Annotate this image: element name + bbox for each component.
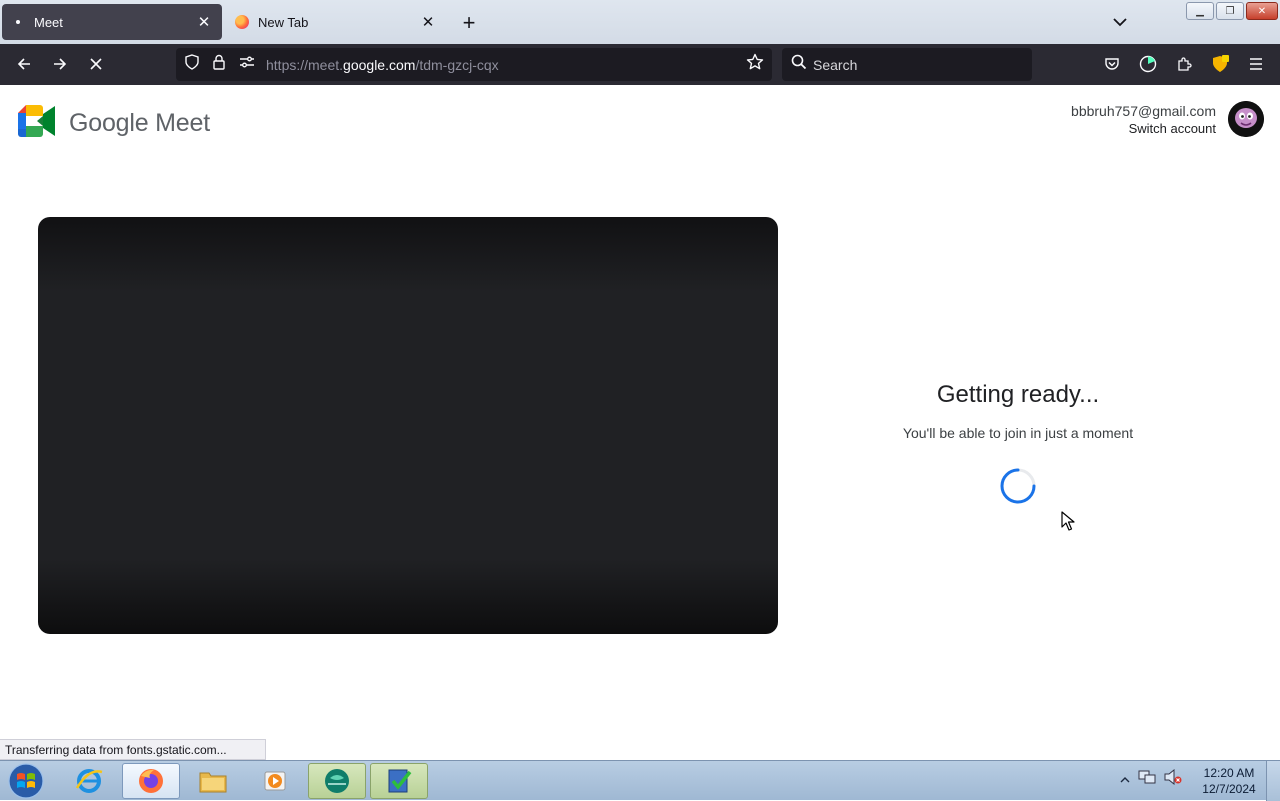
permissions-icon[interactable] [239, 55, 255, 74]
tab-new-tab[interactable]: New Tab ✕ [226, 4, 446, 40]
tab-strip: Meet ✕ New Tab ✕ + ▁ ❐ ✕ [0, 0, 1280, 44]
status-panel: Transferring data from fonts.gstatic.com… [0, 739, 266, 760]
firefox-taskbar-icon[interactable] [122, 763, 180, 799]
video-preview [38, 217, 778, 634]
ready-title: Getting ready... [936, 381, 1100, 408]
close-window-button[interactable]: ✕ [1246, 2, 1278, 20]
switch-account-link[interactable]: Switch account [1071, 121, 1216, 136]
extension-shield-icon[interactable] [1206, 50, 1234, 78]
volume-muted-icon[interactable] [1164, 768, 1182, 790]
url-prefix: https://meet. [266, 56, 344, 73]
system-tray [1120, 768, 1182, 790]
forward-icon[interactable] [46, 50, 74, 78]
loading-dot-icon [10, 14, 26, 30]
internet-explorer-icon[interactable] [60, 763, 118, 799]
back-icon[interactable] [10, 50, 38, 78]
firefox-icon [234, 14, 250, 30]
start-button[interactable] [6, 763, 46, 799]
close-tab-icon[interactable]: ✕ [416, 10, 440, 34]
window-controls: ▁ ❐ ✕ [1186, 2, 1278, 20]
meet-page: Google Meet bbbruh757@gmail.com Switch a… [0, 85, 1280, 760]
hamburger-menu-icon[interactable] [1242, 50, 1270, 78]
taskbar-clock[interactable]: 12:20 AM 12/7/2024 [1196, 765, 1262, 797]
url-domain: google.com [343, 56, 416, 73]
url-path: /tdm-gzcj-cqx [415, 56, 499, 73]
search-bar[interactable]: Search [782, 48, 1032, 81]
stop-loading-icon[interactable] [82, 50, 110, 78]
ready-subtitle: You'll be able to join in just a moment [902, 425, 1134, 441]
list-all-tabs-icon[interactable] [1108, 10, 1132, 34]
media-player-icon[interactable] [246, 763, 304, 799]
tracking-protection-shield-icon[interactable] [184, 54, 200, 75]
taskbar: 12:20 AM 12/7/2024 [0, 760, 1280, 801]
lock-icon[interactable] [212, 54, 226, 75]
file-explorer-icon[interactable] [184, 763, 242, 799]
tab-meet[interactable]: Meet ✕ [2, 4, 222, 40]
url-bar[interactable]: https://meet.google.com/tdm-gzcj-cqx [176, 48, 772, 81]
google-meet-logo[interactable]: Google Meet [18, 105, 210, 142]
account-info: bbbruh757@gmail.com Switch account [1071, 103, 1216, 136]
app-checklist-icon[interactable] [370, 763, 428, 799]
restore-button[interactable]: ❐ [1216, 2, 1244, 20]
close-tab-icon[interactable]: ✕ [192, 10, 216, 34]
avatar[interactable] [1228, 101, 1264, 137]
show-desktop-button[interactable] [1266, 761, 1280, 801]
bookmark-star-icon[interactable] [746, 53, 764, 76]
pocket-icon[interactable] [1098, 50, 1126, 78]
tab-title: New Tab [258, 14, 309, 30]
tab-title: Meet [34, 14, 63, 30]
getting-ready-panel: Getting ready... You'll be able to join … [818, 381, 1218, 441]
account-email: bbbruh757@gmail.com [1071, 103, 1216, 119]
account-sync-icon[interactable] [1134, 50, 1162, 78]
clock-time: 12:20 AM [1203, 766, 1255, 780]
minimize-button[interactable]: ▁ [1186, 2, 1214, 20]
show-hidden-icons-icon[interactable] [1120, 771, 1130, 789]
navigation-toolbar: https://meet.google.com/tdm-gzcj-cqx Sea… [0, 44, 1280, 85]
loading-spinner-icon [999, 467, 1037, 505]
search-icon [791, 54, 807, 75]
clock-date: 12/7/2024 [1202, 782, 1256, 796]
logo-text: Google Meet [69, 109, 210, 137]
new-tab-button[interactable]: + [456, 10, 482, 36]
meet-camera-icon [18, 105, 56, 142]
url-text[interactable]: https://meet.google.com/tdm-gzcj-cqx [266, 57, 499, 73]
app-globe-icon[interactable] [308, 763, 366, 799]
network-icon[interactable] [1138, 769, 1156, 790]
extensions-puzzle-icon[interactable] [1170, 50, 1198, 78]
mouse-cursor-icon [1061, 511, 1075, 536]
search-placeholder: Search [813, 56, 858, 73]
